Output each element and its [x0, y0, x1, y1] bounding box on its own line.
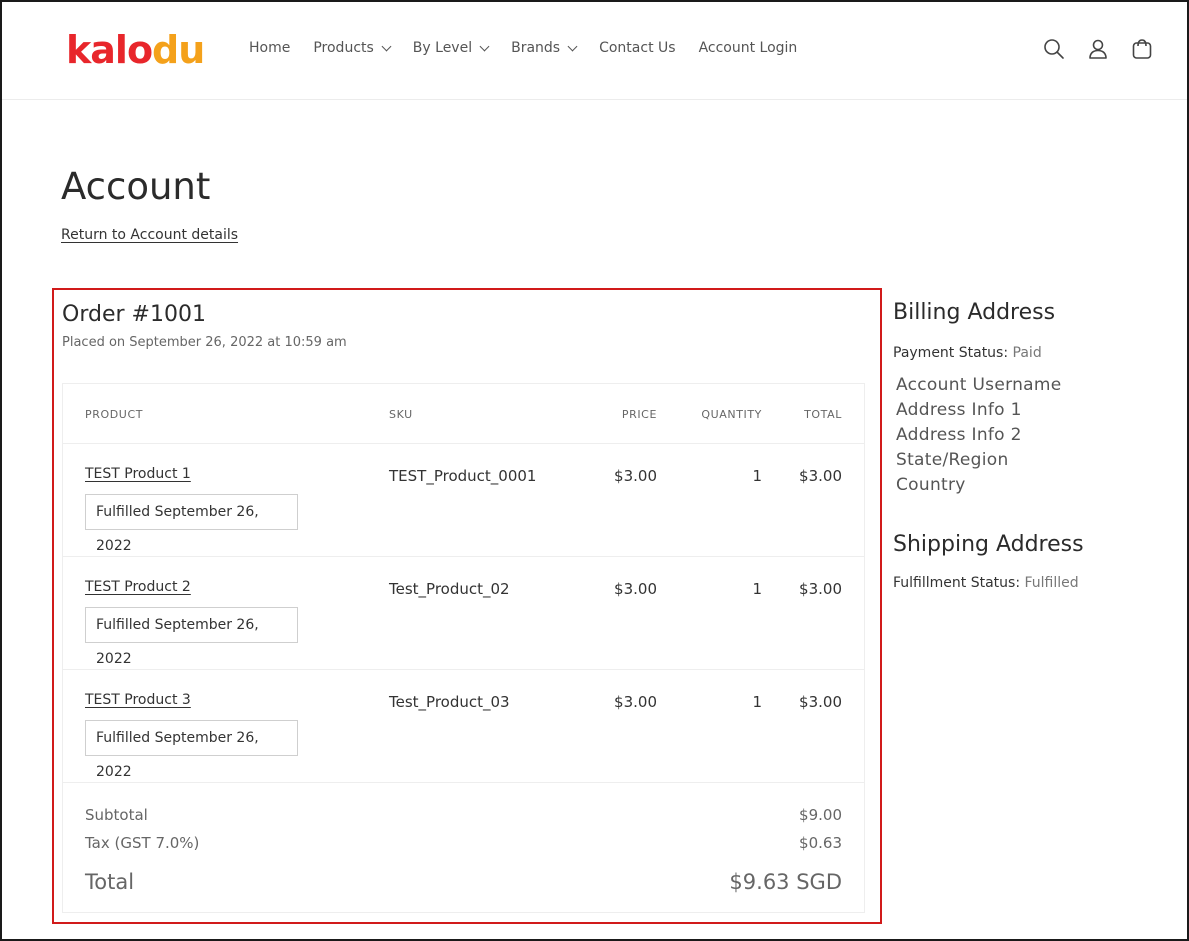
price-cell: $3.00 — [614, 580, 657, 598]
fulfillment-status-value: Fulfilled — [1024, 575, 1079, 591]
total-cell: $3.00 — [799, 467, 842, 485]
nav-products-label: Products — [313, 40, 374, 56]
payment-status-label: Payment Status: — [893, 345, 1009, 361]
column-header-sku: SKU — [389, 408, 413, 421]
fulfillment-badge: Fulfilled September 26, 2022 — [85, 720, 298, 780]
tax-value: $0.63 — [799, 834, 842, 852]
quantity-cell: 1 — [752, 693, 762, 711]
nav-contact-us[interactable]: Contact Us — [599, 40, 675, 56]
address-line: Country — [896, 475, 966, 495]
sku-cell: Test_Product_02 — [389, 580, 510, 598]
nav-products[interactable]: Products — [313, 40, 392, 56]
shipping-address-heading: Shipping Address — [893, 532, 1084, 557]
column-header-total: TOTAL — [804, 408, 842, 421]
cart-icon[interactable] — [1131, 38, 1153, 60]
page-title: Account — [61, 165, 211, 208]
address-line: State/Region — [896, 450, 1009, 470]
payment-status: Payment Status: Paid — [893, 345, 1042, 361]
order-totals: Subtotal $9.00 Tax (GST 7.0%) $0.63 Tota… — [63, 784, 864, 913]
order-title: Order #1001 — [62, 302, 206, 327]
subtotal-value: $9.00 — [799, 806, 842, 824]
quantity-cell: 1 — [752, 580, 762, 598]
order-details-panel: Order #1001 Placed on September 26, 2022… — [52, 288, 882, 924]
sku-cell: TEST_Product_0001 — [389, 467, 537, 485]
total-cell: $3.00 — [799, 693, 842, 711]
payment-status-value: Paid — [1012, 345, 1042, 361]
nav-by-level[interactable]: By Level — [412, 40, 490, 56]
price-cell: $3.00 — [614, 693, 657, 711]
total-cell: $3.00 — [799, 580, 842, 598]
nav-brands-label: Brands — [511, 40, 561, 56]
table-row: TEST Product 2 Fulfilled September 26, 2… — [63, 557, 864, 670]
table-row: TEST Product 1 Fulfilled September 26, 2… — [63, 444, 864, 557]
fulfillment-status-label: Fulfillment Status: — [893, 575, 1021, 591]
address-line: Address Info 1 — [896, 400, 1022, 420]
kalodu-logo[interactable]: kalodu — [66, 28, 205, 72]
address-line: Account Username — [896, 375, 1062, 395]
search-icon[interactable] — [1043, 38, 1065, 60]
fulfillment-status: Fulfillment Status: Fulfilled — [893, 575, 1079, 591]
total-label: Total — [85, 870, 135, 894]
address-line: Address Info 2 — [896, 425, 1022, 445]
column-header-quantity: QUANTITY — [701, 408, 762, 421]
nav-home-label: Home — [249, 40, 291, 56]
total-value: $9.63 SGD — [729, 870, 842, 894]
nav-brands[interactable]: Brands — [511, 40, 578, 56]
nav-account-login[interactable]: Account Login — [699, 40, 798, 56]
order-items-table: PRODUCT SKU PRICE QUANTITY TOTAL TEST Pr… — [62, 383, 865, 913]
nav-account-login-label: Account Login — [698, 40, 798, 56]
order-placed-date: Placed on September 26, 2022 at 10:59 am — [62, 335, 347, 350]
column-header-price: PRICE — [621, 408, 657, 421]
product-link[interactable]: TEST Product 3 — [85, 692, 191, 708]
chevron-down-icon — [567, 41, 578, 51]
subtotal-label: Subtotal — [85, 806, 148, 824]
logo-text-orange: du — [152, 28, 205, 72]
nav-contact-label: Contact Us — [599, 40, 676, 56]
table-header: PRODUCT SKU PRICE QUANTITY TOTAL — [63, 384, 864, 444]
fulfillment-badge: Fulfilled September 26, 2022 — [85, 607, 298, 667]
nav-by-level-label: By Level — [412, 40, 473, 56]
main-nav: Home Products By Level Brands Contact Us… — [249, 40, 820, 56]
account-icon[interactable] — [1087, 38, 1109, 60]
chevron-down-icon — [479, 41, 490, 51]
billing-address-block: Account Username Address Info 1 Address … — [896, 373, 1062, 498]
product-link[interactable]: TEST Product 1 — [85, 466, 191, 482]
nav-home[interactable]: Home — [249, 40, 290, 56]
quantity-cell: 1 — [752, 467, 762, 485]
sku-cell: Test_Product_03 — [389, 693, 510, 711]
fulfillment-badge: Fulfilled September 26, 2022 — [85, 494, 298, 554]
column-header-product: PRODUCT — [85, 408, 144, 421]
site-header: kalodu Home Products By Level Brands Con… — [2, 2, 1187, 100]
table-row: TEST Product 3 Fulfilled September 26, 2… — [63, 670, 864, 783]
header-icons — [1043, 38, 1153, 60]
return-to-account-link[interactable]: Return to Account details — [61, 227, 238, 243]
product-link[interactable]: TEST Product 2 — [85, 579, 191, 595]
price-cell: $3.00 — [614, 467, 657, 485]
chevron-down-icon — [381, 41, 392, 51]
logo-text-red: kalo — [66, 28, 153, 72]
billing-address-heading: Billing Address — [893, 300, 1056, 325]
tax-label: Tax (GST 7.0%) — [85, 834, 200, 852]
